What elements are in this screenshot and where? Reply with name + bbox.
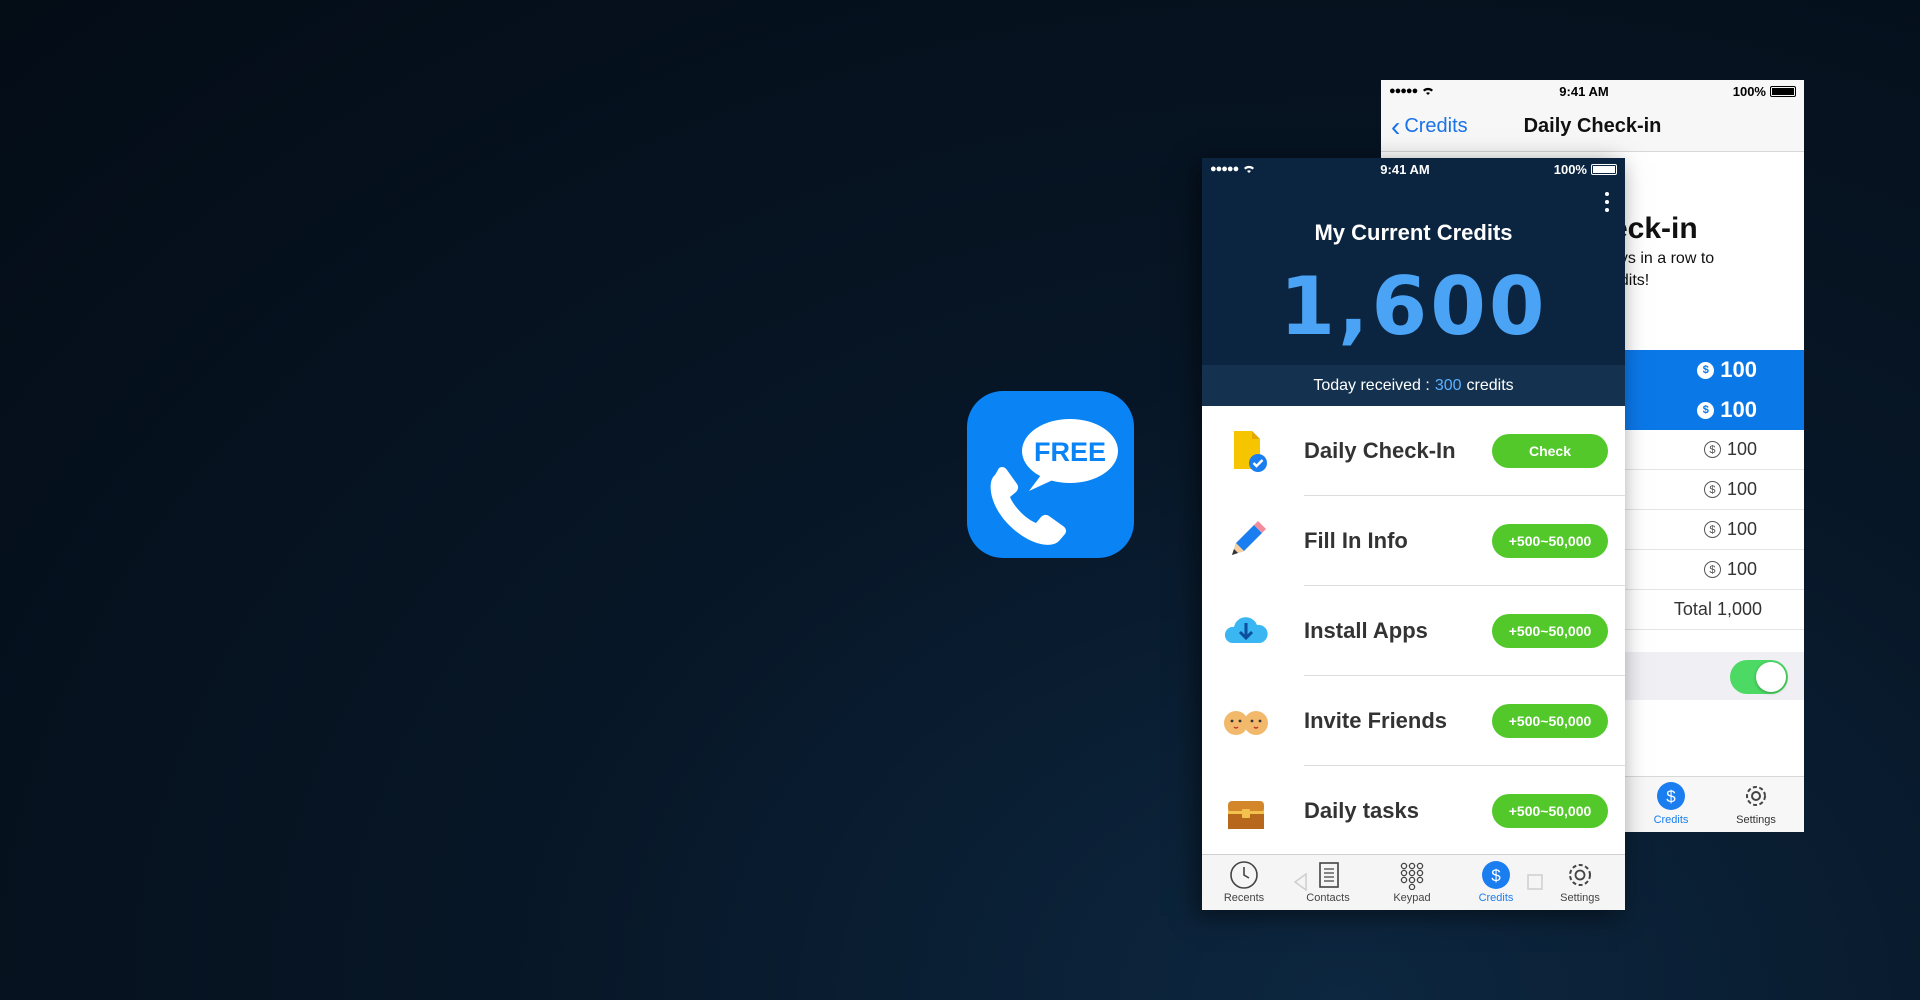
today-received-value: 300 — [1434, 376, 1462, 394]
tab-label: Credits — [1478, 892, 1514, 904]
status-time: 9:41 AM — [1559, 83, 1609, 99]
status-bar: ●●●●● 9:41 AM 100% — [1202, 158, 1625, 180]
contacts-book-icon — [1319, 862, 1339, 888]
coin-icon: $ — [1697, 401, 1715, 419]
checkin-description-line2: edits! — [1611, 272, 1650, 289]
dollar-icon: $ — [1657, 782, 1685, 810]
checkin-description: ays in a row to edits! — [1611, 248, 1714, 292]
svg-text:$: $ — [1666, 787, 1676, 806]
nav-back-icon — [1293, 872, 1307, 892]
task-label: Daily tasks — [1304, 798, 1419, 823]
coin-icon: $ — [1703, 521, 1721, 538]
check-in-button[interactable]: Check — [1492, 434, 1608, 468]
friends-icon — [1224, 711, 1268, 735]
signal-icon: ●●●●● — [1389, 85, 1418, 97]
task-row-install-apps[interactable]: Install Apps +500~50,000 — [1202, 586, 1625, 676]
status-time: 9:41 AM — [1380, 161, 1430, 177]
fill-info-button[interactable]: +500~50,000 — [1492, 524, 1608, 558]
tab-settings[interactable]: Settings — [1538, 860, 1622, 904]
tab-label: Credits — [1653, 814, 1689, 826]
treasure-chest-icon — [1228, 801, 1264, 829]
daily-tasks-button[interactable]: +500~50,000 — [1492, 794, 1608, 828]
tab-label: Settings — [1560, 892, 1600, 904]
clock-icon — [1230, 861, 1258, 889]
task-row-daily-checkin[interactable]: Daily Check-In Check — [1202, 406, 1625, 496]
navigation-bar: ‹ Credits Daily Check-in — [1381, 102, 1804, 152]
calendar-check-icon — [1234, 431, 1267, 472]
page-title: Daily Check-in — [1523, 115, 1662, 137]
task-row-fill-info[interactable]: Fill In Info +500~50,000 — [1202, 496, 1625, 586]
battery-icon — [1590, 163, 1617, 175]
nav-square-icon — [1527, 874, 1543, 890]
tab-credits[interactable]: $ Credits — [1631, 781, 1711, 826]
today-received-bar: Today received : 300 credits — [1202, 365, 1625, 406]
reward-amount: 100 — [1720, 357, 1757, 382]
task-label: Fill In Info — [1304, 528, 1408, 553]
cloud-download-icon — [1224, 617, 1268, 643]
more-menu-icon[interactable] — [1605, 192, 1609, 216]
svg-text:$: $ — [1491, 866, 1501, 885]
coin-icon: $ — [1703, 441, 1721, 458]
coin-icon: $ — [1697, 361, 1715, 379]
task-row-daily-tasks[interactable]: Daily tasks +500~50,000 — [1202, 766, 1625, 856]
reward-amount: 100 — [1726, 439, 1757, 459]
invite-friends-button[interactable]: +500~50,000 — [1492, 704, 1608, 738]
reminder-toggle[interactable] — [1730, 660, 1788, 694]
signal-icon: ●●●●● — [1210, 163, 1239, 175]
tab-settings[interactable]: Settings — [1716, 781, 1796, 826]
dollar-icon: $ — [1482, 861, 1510, 889]
app-icon-text: FREE — [1034, 437, 1106, 467]
coin-icon: $ — [1703, 481, 1721, 498]
keypad-icon — [1400, 862, 1424, 890]
reward-amount: 100 — [1726, 479, 1757, 499]
credits-balance: 1,600 — [1279, 260, 1548, 353]
wifi-icon — [1242, 162, 1256, 177]
battery-percent: 100% — [1553, 161, 1587, 177]
status-bar: ●●●●● 9:41 AM 100% — [1381, 80, 1804, 102]
tab-label: Keypad — [1393, 892, 1431, 904]
credits-screen: ●●●●● 9:41 AM 100% My Current Credits 1,… — [1202, 158, 1625, 910]
tab-label: Contacts — [1306, 892, 1350, 904]
tab-keypad[interactable]: Keypad — [1370, 860, 1454, 904]
task-list: Daily Check-In Check Fill In Info +500~5… — [1202, 406, 1625, 856]
credits-title: My Current Credits — [1314, 220, 1513, 245]
gear-icon — [1746, 786, 1766, 806]
coin-icon: $ — [1703, 561, 1721, 578]
pencil-icon — [1232, 521, 1266, 555]
credits-header: ●●●●● 9:41 AM 100% My Current Credits 1,… — [1202, 158, 1625, 365]
today-received-unit: credits — [1466, 376, 1514, 394]
task-label: Install Apps — [1304, 618, 1428, 643]
task-label: Invite Friends — [1304, 708, 1448, 733]
task-row-invite-friends[interactable]: Invite Friends +500~50,000 — [1202, 676, 1625, 766]
tab-label: Recents — [1223, 892, 1265, 904]
today-received-label: Today received : — [1313, 376, 1430, 394]
battery-icon — [1769, 85, 1796, 97]
phone-bubble-icon: FREE — [990, 419, 1118, 545]
checkin-description-line1: ays in a row to — [1611, 250, 1715, 267]
app-icon: FREE — [967, 391, 1134, 558]
install-apps-button[interactable]: +500~50,000 — [1492, 614, 1608, 648]
tab-bar: Recents Contacts Keypad $ Credits Settin — [1202, 854, 1625, 910]
task-label: Daily Check-In — [1304, 438, 1456, 463]
battery-percent: 100% — [1732, 83, 1766, 99]
reward-amount: 100 — [1726, 519, 1757, 539]
tab-label: Settings — [1736, 814, 1776, 826]
wifi-icon — [1421, 84, 1435, 99]
gear-icon — [1569, 864, 1591, 886]
tab-recents[interactable]: Recents — [1202, 860, 1286, 904]
reward-amount: 100 — [1720, 397, 1757, 422]
reward-amount: 100 — [1726, 559, 1757, 579]
